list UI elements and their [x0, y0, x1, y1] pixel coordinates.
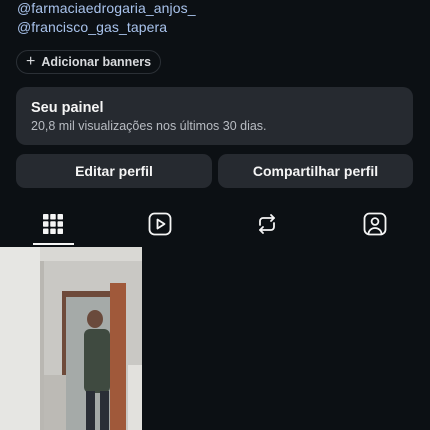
tab-reels[interactable]	[143, 207, 177, 241]
active-tab-indicator	[33, 243, 74, 245]
dashboard-title: Seu painel	[31, 100, 104, 116]
dashboard-card[interactable]: Seu painel 20,8 mil visualizações nos úl…	[16, 87, 413, 145]
reels-icon	[148, 212, 172, 236]
tagged-icon	[363, 212, 387, 236]
add-banners-button[interactable]: + Adicionar banners	[16, 50, 161, 74]
dashboard-subtitle: 20,8 mil visualizações nos últimos 30 di…	[31, 119, 267, 133]
edit-profile-button[interactable]: Editar perfil	[16, 154, 212, 188]
mention-link-farmacia[interactable]: @farmaciaedrogaria_anjos_	[17, 0, 196, 16]
plus-icon: +	[26, 52, 36, 70]
post-thumbnail[interactable]	[0, 247, 142, 430]
tab-posts[interactable]	[36, 207, 70, 241]
reposts-icon	[259, 214, 275, 234]
post-photo	[0, 247, 142, 430]
tab-reposts[interactable]	[250, 207, 284, 241]
tab-tagged[interactable]	[358, 207, 392, 241]
mention-link-francisco[interactable]: @francisco_gas_tapera	[17, 19, 167, 35]
share-profile-button[interactable]: Compartilhar perfil	[218, 154, 413, 188]
grid-icon	[43, 214, 63, 234]
add-banners-label: Adicionar banners	[41, 55, 152, 69]
